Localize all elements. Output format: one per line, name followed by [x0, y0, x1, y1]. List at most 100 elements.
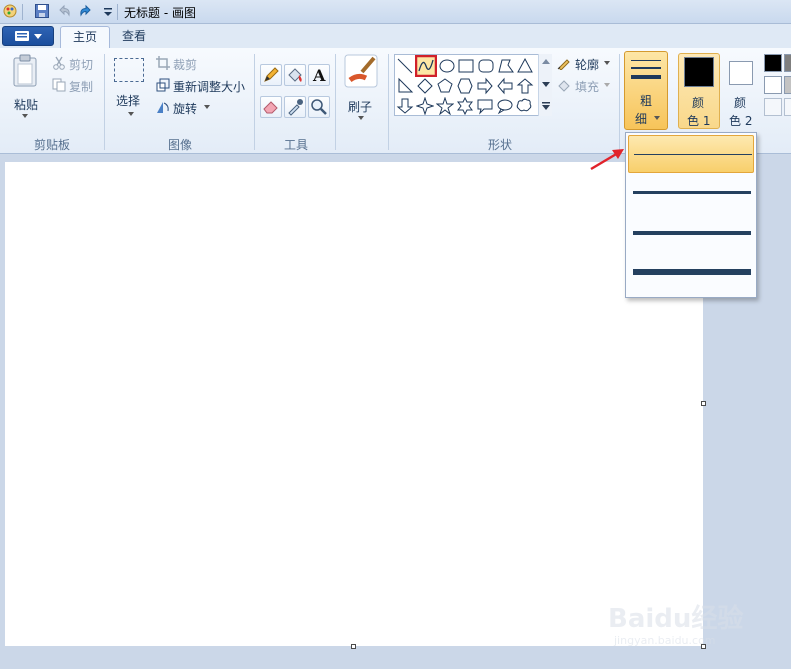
shapes-scrollbar[interactable]: [538, 54, 552, 116]
dropdown-arrow-icon: [604, 83, 610, 87]
select-icon: [114, 58, 144, 82]
rounded-callout-shape-icon[interactable]: [476, 97, 494, 115]
color-picker-button[interactable]: [284, 96, 306, 118]
size-option-line: [633, 191, 751, 194]
redo-icon[interactable]: [78, 3, 94, 19]
size-option-1[interactable]: [628, 135, 754, 173]
left-arrow-shape-icon[interactable]: [496, 77, 514, 95]
palette-swatch[interactable]: [764, 54, 782, 72]
palette-swatch[interactable]: [764, 98, 782, 116]
rectangle-shape-icon[interactable]: [457, 57, 475, 75]
eraser-icon: [263, 101, 278, 114]
drawing-canvas[interactable]: [5, 162, 703, 646]
scroll-down-icon[interactable]: [542, 82, 550, 87]
customize-toolbar-icon[interactable]: [100, 3, 116, 19]
resize-handle-bottom[interactable]: [351, 644, 356, 649]
text-icon: A: [312, 66, 326, 85]
group-separator: [254, 54, 255, 150]
size-label-line2: 细: [635, 112, 648, 126]
four-point-star-shape-icon[interactable]: [416, 97, 434, 115]
magnifier-icon: [311, 99, 327, 115]
pencil-icon: [264, 67, 279, 82]
watermark-sub: jingyan.baidu.com: [614, 634, 716, 647]
copy-label: 复制: [69, 80, 94, 94]
rounded-rectangle-shape-icon[interactable]: [477, 57, 495, 75]
gallery-expand-icon[interactable]: [542, 102, 550, 111]
color2-swatch: [729, 61, 753, 85]
svg-text:A: A: [312, 66, 326, 85]
copy-button[interactable]: 复制: [50, 76, 100, 94]
right-arrow-shape-icon[interactable]: [476, 77, 494, 95]
dropdown-arrow-icon: [654, 116, 660, 120]
undo-icon[interactable]: [56, 3, 72, 19]
group-separator: [335, 54, 336, 150]
color2-label-line1: 颜: [734, 96, 747, 110]
six-point-star-shape-icon[interactable]: [456, 97, 474, 115]
text-button[interactable]: A: [308, 64, 330, 86]
cut-button[interactable]: 剪切: [50, 54, 100, 72]
ribbon-tab-row: 主页 查看: [0, 24, 791, 48]
fill-button[interactable]: [284, 64, 306, 86]
size-option-3[interactable]: [628, 213, 754, 251]
fill-style-label: 填充: [575, 80, 600, 94]
watermark-main: Baidu经验: [608, 604, 744, 634]
title-bar: 无标题 - 画图: [0, 0, 791, 24]
color1-button[interactable]: 颜 色 1: [678, 53, 720, 129]
paint-app-icon[interactable]: [2, 3, 18, 19]
color-palette: [762, 52, 791, 124]
crop-icon: [156, 56, 170, 70]
paint-menu-button[interactable]: [2, 26, 54, 46]
oval-callout-shape-icon[interactable]: [496, 97, 514, 115]
tab-view[interactable]: 查看: [110, 26, 158, 48]
crop-button[interactable]: 裁剪: [154, 54, 214, 72]
down-arrow-shape-icon[interactable]: [396, 97, 414, 115]
size-option-4[interactable]: [628, 253, 754, 291]
save-icon[interactable]: [34, 3, 50, 19]
color2-button[interactable]: 颜 色 2: [724, 53, 758, 129]
annotation-arrow-icon: [590, 149, 624, 171]
size-line-icon: [631, 60, 661, 61]
curve-shape-icon[interactable]: [415, 55, 437, 77]
pencil-button[interactable]: [260, 64, 282, 86]
size-line-icon: [631, 75, 661, 79]
rotate-button[interactable]: 旋转: [154, 98, 214, 116]
resize-handle-right[interactable]: [701, 401, 706, 406]
resize-icon: [156, 78, 170, 92]
size-option-2[interactable]: [628, 173, 754, 211]
paste-button[interactable]: 粘贴: [6, 52, 44, 124]
eyedropper-icon: [288, 99, 303, 116]
resize-button[interactable]: 重新调整大小: [154, 76, 250, 94]
pentagon-shape-icon[interactable]: [436, 77, 454, 95]
clipboard-icon: [13, 54, 37, 87]
five-point-star-shape-icon[interactable]: [436, 97, 454, 115]
fill-bucket-icon: [288, 68, 302, 82]
scroll-up-icon[interactable]: [542, 59, 550, 64]
scissors-icon: [53, 56, 65, 70]
outline-brush-icon: [557, 59, 570, 70]
size-button[interactable]: 粗 细: [624, 51, 668, 130]
cloud-callout-shape-icon[interactable]: [515, 97, 533, 115]
eraser-button[interactable]: [260, 96, 282, 118]
brushes-button[interactable]: 刷子: [342, 54, 380, 126]
palette-swatch[interactable]: [784, 98, 791, 116]
color1-swatch: [684, 57, 714, 87]
triangle-shape-icon[interactable]: [516, 57, 534, 75]
palette-swatch[interactable]: [784, 76, 791, 94]
select-button[interactable]: 选择: [110, 54, 150, 124]
hexagon-shape-icon[interactable]: [456, 77, 474, 95]
brush-icon: [344, 54, 378, 88]
outline-button[interactable]: 轮廓: [556, 54, 616, 72]
tab-home[interactable]: 主页: [60, 26, 111, 48]
diamond-shape-icon[interactable]: [416, 77, 434, 95]
line-shape-icon[interactable]: [396, 57, 414, 75]
brushes-label: 刷子: [348, 100, 373, 114]
fill-style-button[interactable]: 填充: [556, 76, 616, 94]
up-arrow-shape-icon[interactable]: [516, 77, 534, 95]
right-triangle-shape-icon[interactable]: [396, 77, 414, 95]
palette-swatch[interactable]: [784, 54, 791, 72]
oval-shape-icon[interactable]: [438, 57, 456, 75]
palette-swatch[interactable]: [764, 76, 782, 94]
cut-label: 剪切: [69, 58, 94, 72]
magnifier-button[interactable]: [308, 96, 330, 118]
polygon-shape-icon[interactable]: [497, 57, 515, 75]
